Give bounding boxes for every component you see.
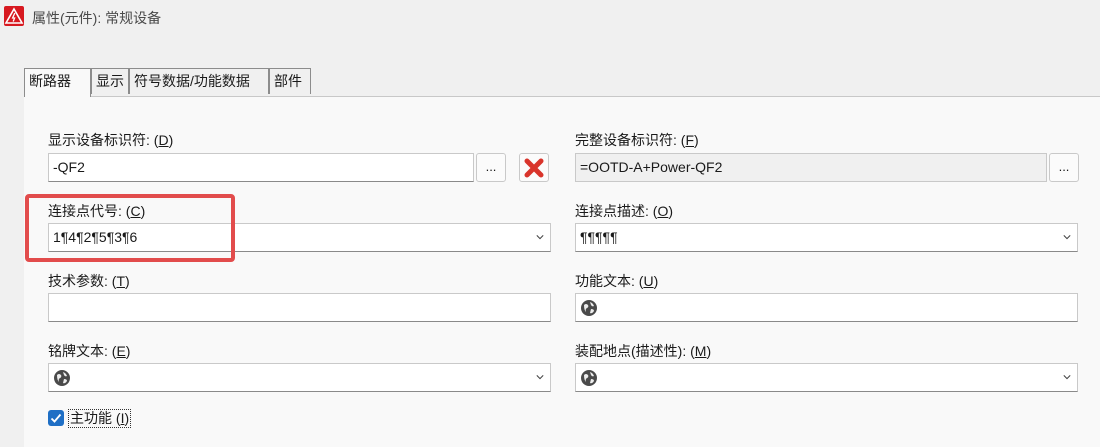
tech-param-input[interactable] [48,293,551,322]
nameplate-combobox[interactable] [48,363,551,392]
main-function-label[interactable]: 主功能 (I) [68,409,132,428]
full-id-more-button[interactable]: ... [1049,153,1079,182]
tab-breaker[interactable]: 断路器 [24,68,91,97]
tab-display[interactable]: 显示 [91,68,129,94]
display-id-input[interactable]: -QF2 [48,153,474,182]
chevron-down-icon [536,375,544,380]
display-id-more-button[interactable]: ... [476,153,506,182]
full-id-label: 完整设备标识符: (F) [575,132,699,148]
full-id-field: =OOTD-A+Power-QF2 [575,153,1047,182]
func-text-input[interactable] [575,293,1078,322]
tab-label: 符号数据/功能数据 [134,73,250,89]
globe-icon [54,370,70,386]
highlight-box [25,194,235,262]
chevron-down-icon [536,235,544,240]
title-bar: 属性(元件): 常规设备 [0,0,1100,34]
nameplate-label: 铭牌文本: (E) [48,343,131,359]
tech-param-label: 技术参数: (T) [48,273,130,289]
chevron-down-icon [1063,375,1071,380]
app-logo-icon [4,6,24,26]
delete-button[interactable] [519,153,549,182]
delete-icon [524,158,544,178]
main-function-checkbox[interactable] [48,410,64,426]
tab-label: 断路器 [29,73,71,89]
tab-label: 显示 [96,73,124,89]
tab-symbol-function-data[interactable]: 符号数据/功能数据 [129,68,269,94]
tab-label: 部件 [274,73,302,89]
func-text-label: 功能文本: (U) [575,273,659,289]
checkmark-icon [50,413,62,423]
conn-desc-combobox[interactable]: ¶¶¶¶¶ [575,223,1078,252]
mount-loc-combobox[interactable] [575,363,1078,392]
display-id-label: 显示设备标识符: (D) [48,132,174,148]
window-title: 属性(元件): 常规设备 [32,10,162,26]
tab-panel [24,96,1100,447]
mount-loc-label: 装配地点(描述性): (M) [575,343,712,359]
globe-icon [581,300,597,316]
chevron-down-icon [1063,235,1071,240]
globe-icon [581,370,597,386]
conn-desc-label: 连接点描述: (O) [575,203,674,219]
tab-parts[interactable]: 部件 [269,68,311,94]
